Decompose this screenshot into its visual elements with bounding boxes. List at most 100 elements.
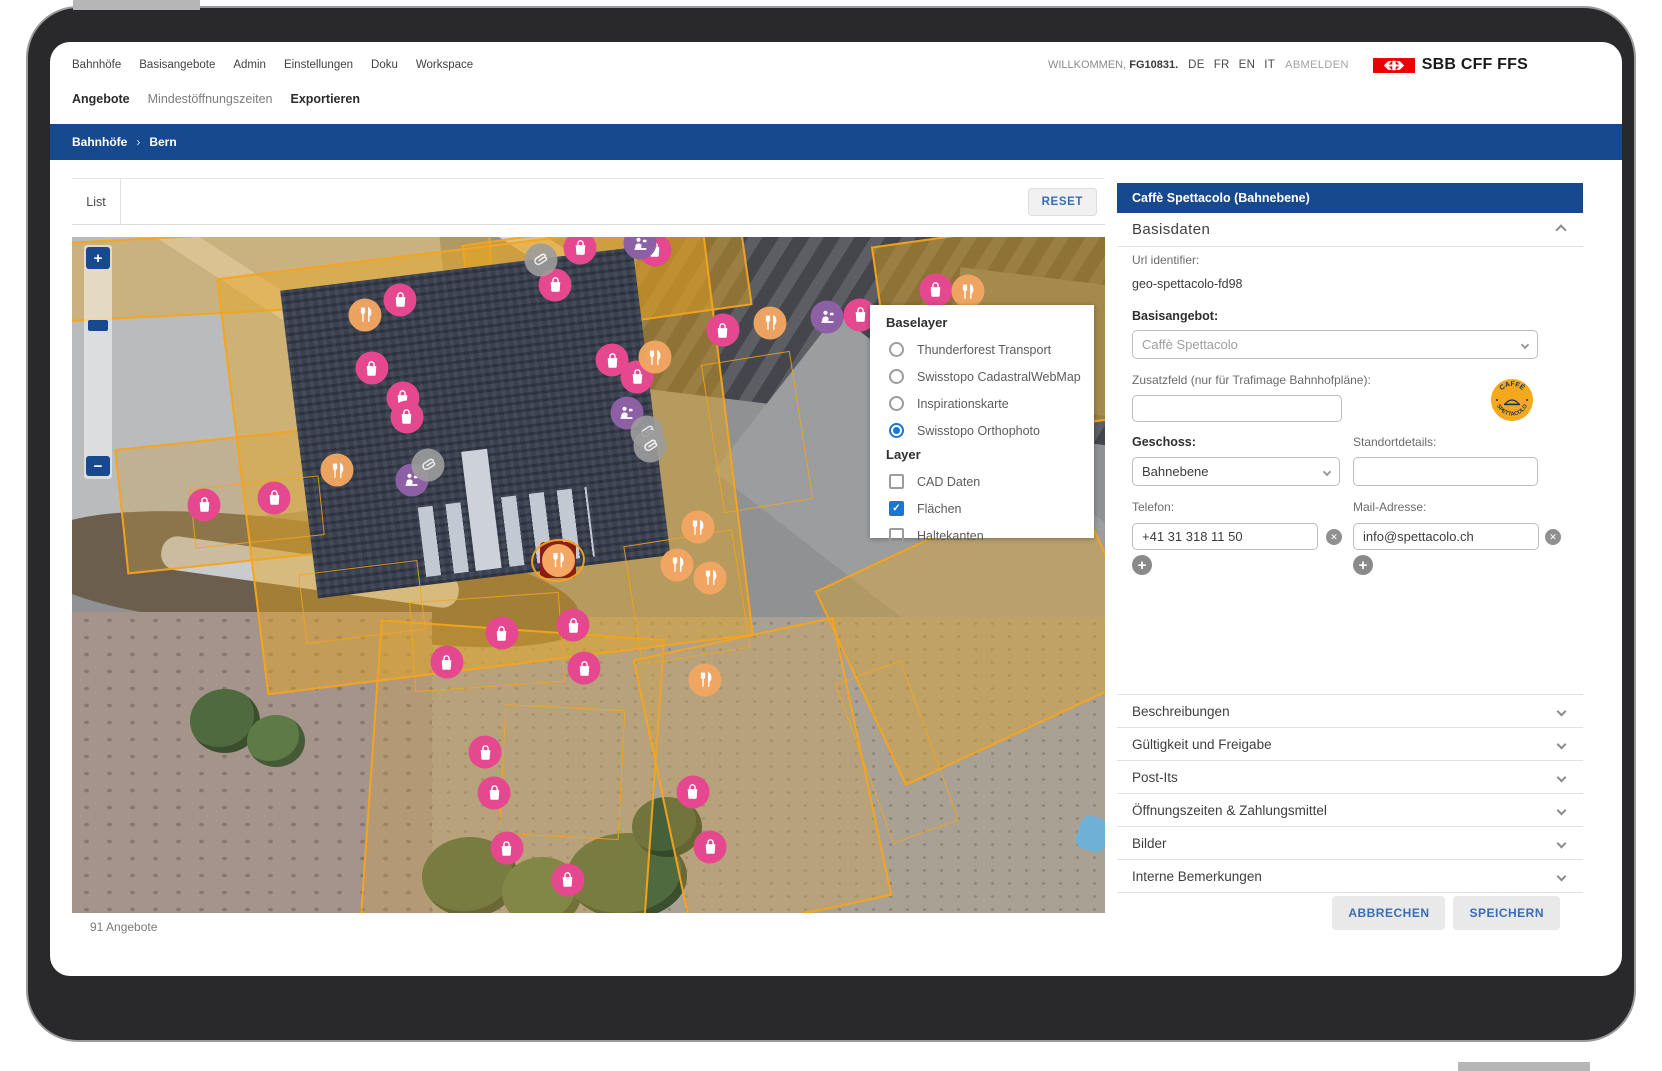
map-marker[interactable] [694,830,727,863]
map-marker[interactable] [349,298,382,331]
add-telefon-button[interactable]: + [1132,555,1152,575]
chevron-down-icon [1557,805,1567,815]
language-option[interactable]: DE [1188,59,1205,71]
layer-checkbox-option[interactable]: Haltekanten [886,522,1094,549]
map-marker[interactable] [384,283,417,316]
top-nav-item[interactable]: Admin [233,59,266,71]
chevron-down-icon [1323,467,1331,475]
bezel-bottom-tab [1458,1062,1590,1071]
language-option[interactable]: EN [1239,59,1256,71]
map-marker[interactable] [706,314,739,347]
layer-checkbox-option[interactable]: Flächen [886,495,1094,522]
sub-nav-item[interactable]: Exportieren [291,92,360,106]
top-nav-item[interactable]: Workspace [416,59,473,71]
layer-checkbox-option[interactable]: CAD Daten [886,468,1094,495]
zoom-out-button[interactable]: − [86,456,110,476]
shopping-bag-icon [700,837,720,857]
accordion-section[interactable]: Gültigkeit und Freigabe [1117,728,1583,761]
reset-button[interactable]: RESET [1028,188,1097,216]
accordion-label: Interne Bemerkungen [1132,869,1262,884]
accordion-sections: Beschreibungen Gültigkeit und Freigabe P… [1117,694,1583,893]
clear-mail-icon[interactable]: ✕ [1545,529,1561,545]
cancel-button[interactable]: ABBRECHEN [1332,896,1445,930]
baselayer-radio-option[interactable]: Swisstopo CadastralWebMap [886,363,1094,390]
radio-icon [889,423,904,438]
shopping-bag-icon [713,320,733,340]
sub-nav-item[interactable]: Angebote [72,92,130,106]
layer-label: CAD Daten [917,475,980,489]
map-canvas[interactable]: + − Baselayer Thunderforest Transport Sw… [72,237,1105,913]
selected-map-marker[interactable] [539,544,577,582]
shopping-bag-icon [563,615,583,635]
map-marker[interactable] [694,561,727,594]
caffe-spettacolo-badge: CAFFÈ SPETTACOLO [1490,378,1534,422]
map-marker[interactable] [638,341,671,374]
map-marker[interactable] [634,429,667,462]
map-marker[interactable] [188,488,221,521]
mail-input[interactable] [1353,523,1539,550]
top-nav-item[interactable]: Doku [371,59,398,71]
save-button[interactable]: SPEICHERN [1453,896,1560,930]
geschoss-select[interactable]: Bahnebene [1132,457,1340,486]
clear-telefon-icon[interactable]: ✕ [1326,529,1342,545]
map-marker[interactable] [919,273,952,306]
map-marker[interactable] [490,832,523,865]
map-marker[interactable] [951,275,984,308]
sub-nav-item[interactable]: Mindestöffnungszeiten [148,92,273,106]
baselayer-radio-option[interactable]: Swisstopo Orthophoto [886,417,1094,444]
top-nav-item[interactable]: Bahnhöfe [72,59,121,71]
restaurant-icon [700,568,720,588]
accordion-section[interactable]: Öffnungszeiten & Zahlungsmittel [1117,794,1583,827]
map-marker[interactable] [355,352,388,385]
section-basisdaten[interactable]: Basisdaten [1117,213,1583,247]
offers-count: 91 Angebote [90,920,157,934]
map-marker[interactable] [754,306,787,339]
map-marker[interactable] [412,448,445,481]
map-marker[interactable] [469,736,502,769]
map-marker[interactable] [430,646,463,679]
language-option[interactable]: FR [1214,59,1230,71]
accordion-section[interactable]: Bilder [1117,827,1583,860]
baselayer-radio-option[interactable]: Inspirationskarte [886,390,1094,417]
top-nav-item[interactable]: Einstellungen [284,59,353,71]
zusatzfeld-input[interactable] [1132,395,1342,422]
map-marker[interactable] [485,617,518,650]
accordion-section[interactable]: Post-Its [1117,761,1583,794]
url-identifier-label: Url identifier: [1132,253,1199,267]
top-nav-item[interactable]: Basisangebote [139,59,215,71]
sbb-flag-icon [1373,58,1415,73]
paperclip-icon [639,434,663,458]
layer-label: Flächen [917,502,961,516]
map-marker[interactable] [811,300,844,333]
map-marker[interactable] [258,481,291,514]
layer-title: Layer [886,447,1094,462]
chevron-down-icon [1557,706,1567,716]
baselayer-radio-option[interactable]: Thunderforest Transport [886,336,1094,363]
map-marker[interactable] [689,663,722,696]
map-marker[interactable] [524,243,557,276]
map-marker[interactable] [676,775,709,808]
map-marker[interactable] [661,548,694,581]
chevron-up-icon [1555,224,1566,235]
language-option[interactable]: IT [1264,59,1275,71]
map-marker[interactable] [321,454,354,487]
map-marker[interactable] [390,400,423,433]
accordion-section[interactable]: Beschreibungen [1117,695,1583,728]
accordion-section[interactable]: Interne Bemerkungen [1117,860,1583,893]
service-person-icon [617,403,637,423]
map-marker[interactable] [478,776,511,809]
map-marker[interactable] [551,863,584,896]
telefon-input[interactable] [1132,523,1318,550]
standortdetails-input[interactable] [1353,457,1538,486]
tab-list[interactable]: List [72,179,121,224]
checkbox-icon [889,501,904,516]
zoom-slider-handle[interactable] [88,320,108,331]
map-marker[interactable] [557,609,590,642]
add-mail-button[interactable]: + [1353,555,1373,575]
logout-link[interactable]: ABMELDEN [1285,59,1349,71]
map-marker[interactable] [568,652,601,685]
basisangebot-select[interactable]: Caffè Spettacolo [1132,330,1538,359]
map-marker[interactable] [681,511,714,544]
breadcrumb-root[interactable]: Bahnhöfe [72,135,127,149]
zoom-in-button[interactable]: + [86,247,110,269]
